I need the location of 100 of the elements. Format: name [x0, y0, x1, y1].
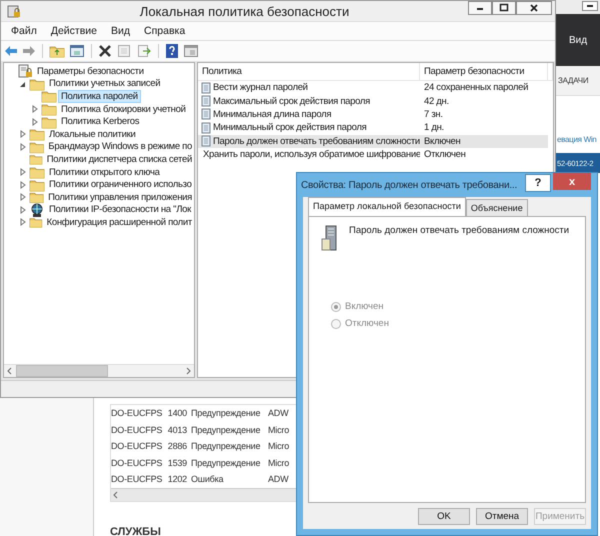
policy-setting: 7 зн.: [423, 108, 444, 120]
collapsed-arrow-icon[interactable]: [31, 118, 39, 126]
policy-row[interactable]: Хранить пароли, используя обратимое шифрование Отключен: [198, 148, 548, 162]
tree-item[interactable]: Брандмауэр Windows в режиме по: [46, 141, 194, 152]
tab[interactable]: Параметр локальной безопасности: [308, 197, 466, 216]
tree-item[interactable]: Параметры безопасности: [35, 66, 146, 77]
expanded-arrow-icon[interactable]: [19, 80, 27, 88]
option-label: Отключен: [345, 318, 389, 329]
window-title: Локальная политика безопасности: [140, 4, 350, 18]
collapsed-arrow-icon[interactable]: [19, 218, 27, 226]
app-icon: [5, 3, 21, 19]
policy-name: Вести журнал паролей: [213, 82, 308, 94]
table-cell-text: 4013: [167, 424, 188, 435]
tree-item[interactable]: Политика паролей: [59, 90, 140, 102]
menu-item[interactable]: Справка: [138, 25, 192, 37]
maximize-icon[interactable]: [492, 1, 516, 15]
security-icon: [17, 63, 33, 80]
policy-icon: [201, 108, 211, 120]
policy-icon: [201, 95, 211, 108]
tab[interactable]: Объяснение: [466, 199, 528, 216]
menu-item[interactable]: Действие: [44, 25, 103, 37]
tree-item[interactable]: Конфигурация расширенной полит: [44, 216, 194, 228]
policy-setting: 1 дн.: [423, 122, 445, 134]
collapsed-arrow-icon[interactable]: [19, 168, 27, 176]
policy-name: Пароль должен отвечать требованиям сложности: [213, 136, 420, 147]
policy-row[interactable]: Пароль должен отвечать требованиям сложности Включен: [198, 134, 548, 148]
tree-item[interactable]: Политика блокировки учетной: [59, 104, 188, 115]
server-icon: [321, 225, 337, 251]
collapsed-arrow-icon[interactable]: [19, 130, 27, 138]
table-cell-text: Предупреждение: [191, 458, 262, 468]
policy-setting: 42 дн.: [423, 96, 450, 107]
tree-item[interactable]: Политика Kerberos: [59, 116, 142, 128]
table-cell-text: Ошибка: [191, 474, 224, 484]
table-cell-text: 1202: [167, 474, 188, 484]
tree-item[interactable]: Политики открытого ключа: [47, 166, 162, 178]
policy-icon: [201, 135, 211, 148]
collapsed-arrow-icon[interactable]: [19, 180, 27, 189]
tree-item[interactable]: Политики учетных записей: [47, 78, 162, 90]
minimize-icon[interactable]: [582, 1, 598, 11]
table-cell-text: Micro: [268, 441, 290, 452]
table-cell-text: Предупреждение: [191, 441, 262, 452]
network-icon: [29, 202, 45, 218]
policy-row[interactable]: Максимальный срок действия пароля 42 дн.: [198, 94, 548, 108]
collapsed-arrow-icon[interactable]: [19, 206, 27, 214]
dialog-button[interactable]: Отмена: [476, 508, 528, 524]
tree-item[interactable]: Политики диспетчера списка сетей: [44, 154, 194, 165]
close-button[interactable]: x: [553, 173, 591, 190]
policy-name: Хранить пароли, используя обратимое шифрование: [203, 149, 420, 160]
back-icon[interactable]: [4, 45, 18, 57]
link[interactable]: евация Win: [557, 135, 596, 144]
collapsed-arrow-icon[interactable]: [31, 105, 39, 114]
help-button[interactable]: ?: [525, 174, 551, 192]
table-cell-text: Предупреждение: [191, 408, 262, 418]
collapsed-arrow-icon[interactable]: [19, 193, 27, 202]
help-icon[interactable]: [165, 43, 179, 59]
policy-row[interactable]: Минимальный срок действия пароля 1 дн.: [198, 121, 548, 135]
policy-icon: [201, 122, 211, 134]
table-cell-text: 2886: [167, 441, 188, 452]
delete-icon[interactable]: [98, 44, 112, 58]
tree-item[interactable]: Политики управления приложения: [46, 192, 194, 203]
table-cell-text: DO-EUCFPS: [111, 474, 164, 484]
column-header[interactable]: Параметр безопасности: [420, 63, 548, 80]
table-cell-text: ADW: [268, 408, 290, 418]
policy-name: Минимальный срок действия пароля: [213, 122, 366, 134]
policy-name: Максимальный срок действия пароля: [213, 96, 370, 107]
option-label: Включен: [345, 301, 384, 312]
policy-row[interactable]: Минимальная длина пароля 7 зн.: [198, 108, 548, 122]
collapsed-arrow-icon[interactable]: [19, 142, 27, 151]
policy-name: Минимальная длина пароля: [213, 108, 332, 120]
window-icon[interactable]: [183, 43, 199, 59]
minimize-icon[interactable]: [468, 1, 492, 15]
table-cell-text: Micro: [268, 424, 290, 435]
column-header[interactable]: Политика: [198, 63, 420, 80]
horizontal-scrollbar[interactable]: [111, 488, 296, 500]
header-button[interactable]: Вид: [568, 34, 588, 46]
menu-item[interactable]: Файл: [5, 25, 43, 37]
forward-icon[interactable]: [22, 45, 36, 57]
tree-item[interactable]: Политики ограниченного использо: [47, 179, 194, 190]
policy-row[interactable]: Вести журнал паролей 24 сохраненных паролей: [198, 81, 548, 94]
scroll-thumb[interactable]: [16, 365, 108, 377]
table-cell-text: Предупреждение: [191, 424, 262, 435]
pane-icon[interactable]: [69, 43, 85, 59]
table-cell-text: DO-EUCFPS: [111, 441, 164, 452]
table-cell-text: ADW: [268, 474, 290, 484]
table-cell-text: 1400: [167, 408, 188, 418]
table-cell-text: DO-EUCFPS: [111, 408, 164, 418]
table-cell-text: 1539: [167, 458, 188, 468]
horizontal-scrollbar[interactable]: [4, 364, 194, 377]
menu-item[interactable]: Вид: [105, 25, 136, 37]
policy-setting: Включен: [423, 136, 462, 147]
section-title: СЛУЖБЫ: [110, 526, 161, 536]
table-cell-text: Micro: [268, 458, 290, 468]
policy-setting: Отключен: [423, 149, 467, 160]
close-icon[interactable]: [516, 1, 552, 15]
dialog-button[interactable]: OK: [418, 508, 470, 524]
tree-item[interactable]: Политики IP-безопасности на "Лок: [47, 204, 193, 216]
table-cell-text: DO-EUCFPS: [111, 424, 164, 435]
tree-item[interactable]: Локальные политики: [47, 128, 138, 140]
export-icon[interactable]: [136, 43, 152, 59]
dialog-title: Свойства: Пароль должен отвечать требовани...: [301, 180, 518, 190]
